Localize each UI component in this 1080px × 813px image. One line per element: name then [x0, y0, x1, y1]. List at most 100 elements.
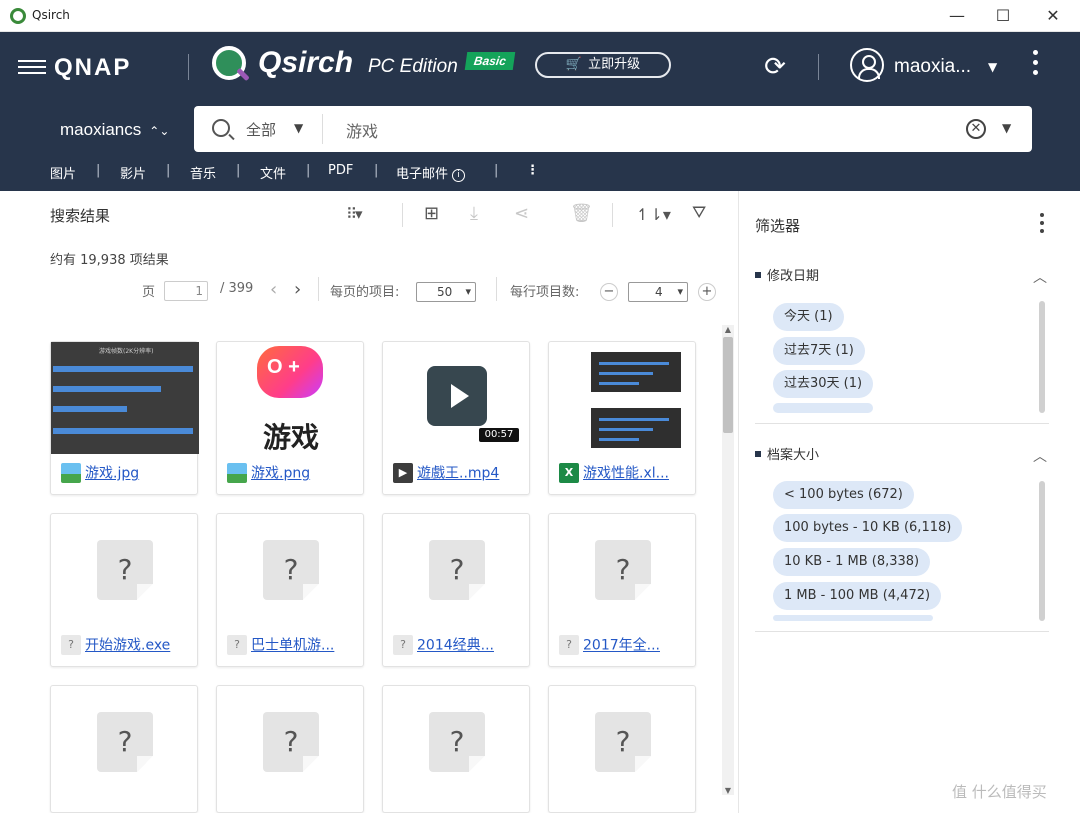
nas-name: maoxiancs: [60, 120, 142, 139]
category-separator: |: [494, 163, 499, 178]
maximize-button[interactable]: ☐: [980, 4, 1026, 28]
file-card[interactable]: ? ? 2017年全...: [548, 513, 696, 667]
upgrade-label: 立即升级: [588, 57, 641, 72]
view-mode-grid-icon[interactable]: ⠿▾: [346, 205, 362, 223]
pager-divider: [496, 277, 497, 301]
modified-date-section-title[interactable]: 修改日期: [755, 265, 819, 284]
file-name-link[interactable]: 游戏.jpg: [85, 466, 139, 482]
filter-chip[interactable]: < 100 bytes (672): [773, 481, 914, 509]
file-card[interactable]: ? ? 2014经典...: [382, 513, 530, 667]
file-size-section-title[interactable]: 档案大小: [755, 444, 819, 463]
delete-icon[interactable]: 🗑: [570, 203, 593, 224]
collapse-chevron-icon[interactable]: ︿: [1033, 446, 1047, 466]
file-card[interactable]: ?: [50, 685, 198, 813]
upgrade-button[interactable]: 🛒 立即升级: [535, 52, 671, 78]
unknown-file-icon: ?: [429, 712, 485, 772]
unknown-file-icon: ?: [595, 540, 651, 600]
unknown-file-icon: ?: [559, 634, 579, 655]
filter-chip[interactable]: 10 KB - 1 MB (8,338): [773, 548, 931, 576]
date-chips-scrollbar[interactable]: [1039, 301, 1045, 413]
filter-chip[interactable]: 过去30天 (1): [773, 370, 874, 398]
category-email[interactable]: 电子邮件 i: [396, 163, 466, 182]
share-icon[interactable]: ⋖: [514, 203, 529, 224]
file-card[interactable]: ?: [548, 685, 696, 813]
scroll-down-icon[interactable]: ▼: [722, 786, 734, 795]
sync-icon[interactable]: ⟳: [762, 54, 788, 80]
file-card[interactable]: 游戏帧数(2K分辨率) 游戏.jpg: [50, 341, 199, 495]
unknown-file-icon: ?: [429, 540, 485, 600]
info-icon[interactable]: i: [452, 169, 466, 182]
category-images[interactable]: 图片: [50, 163, 76, 182]
mini-chart-image: [591, 408, 681, 448]
user-avatar-icon[interactable]: [850, 48, 884, 82]
file-card[interactable]: 00:57 ▶ 遊戲王..mp4: [382, 341, 530, 495]
search-options-caret-icon[interactable]: ▼: [1002, 121, 1011, 135]
file-name-link[interactable]: 巴士单机游...: [251, 638, 334, 654]
file-card[interactable]: X 游戏性能.xl...: [548, 341, 696, 495]
file-card[interactable]: ?: [382, 685, 530, 813]
file-card[interactable]: ? ? 开始游戏.exe: [50, 513, 198, 667]
file-name-link[interactable]: 2017年全...: [583, 638, 660, 654]
select-all-icon[interactable]: ⊞: [424, 203, 439, 224]
clear-search-icon[interactable]: ✕: [966, 119, 986, 139]
filter-more-icon[interactable]: [1039, 213, 1045, 235]
category-videos[interactable]: 影片: [120, 163, 146, 182]
page-number-input[interactable]: 1: [164, 281, 208, 301]
file-card[interactable]: ? ? 巴士单机游...: [216, 513, 364, 667]
filter-chip-partial[interactable]: [773, 403, 873, 413]
file-card[interactable]: 游戏 游戏.png: [216, 341, 364, 495]
file-name-link[interactable]: 游戏性能.xl...: [583, 466, 669, 482]
sort-icon[interactable]: ↿⇂▾: [636, 205, 671, 224]
per-page-select[interactable]: 50: [416, 282, 476, 302]
category-pdf[interactable]: PDF: [328, 163, 353, 178]
username[interactable]: maoxia...: [894, 56, 971, 78]
toolbar-divider: [612, 203, 613, 227]
filter-icon[interactable]: ⛛: [692, 203, 706, 223]
settings-sliders-icon[interactable]: [18, 56, 46, 78]
search-box[interactable]: 全部 ▼ 游戏 ✕ ▼: [194, 106, 1032, 152]
minimize-button[interactable]: —: [934, 4, 980, 28]
filter-chip[interactable]: 100 bytes - 10 KB (6,118): [773, 514, 963, 542]
page-label: 页: [142, 285, 156, 300]
results-panel: 搜索结果 ⠿▾ ⊞ ⤓ ⋖ 🗑 ↿⇂▾ ⛛ 约有 19,938 项结果 页 1 …: [0, 191, 738, 813]
download-icon[interactable]: ⤓: [470, 203, 478, 224]
section-marker-icon: [755, 272, 761, 278]
file-name-link[interactable]: 开始游戏.exe: [85, 638, 170, 654]
collapse-chevron-icon[interactable]: ︿: [1033, 267, 1047, 287]
pager-divider: [318, 277, 319, 301]
file-name-link[interactable]: 遊戲王..mp4: [417, 466, 499, 482]
per-page-label: 每页的项目:: [330, 285, 400, 300]
filter-chip[interactable]: 1 MB - 100 MB (4,472): [773, 582, 942, 610]
qnap-logo: QNAP: [54, 54, 132, 81]
image-file-icon: [61, 462, 81, 483]
scope-caret-icon[interactable]: ▼: [294, 121, 303, 135]
scroll-up-icon[interactable]: ▲: [722, 325, 734, 334]
size-chips-scrollbar[interactable]: [1039, 481, 1045, 621]
increase-per-row-button[interactable]: +: [698, 283, 716, 301]
more-menu-icon[interactable]: [1028, 50, 1042, 82]
category-more-icon[interactable]: ⋮: [526, 163, 539, 178]
video-play-icon: [427, 366, 487, 426]
file-name-row: ? 2014经典...: [393, 634, 523, 656]
results-scrollbar[interactable]: ▲ ▼: [722, 325, 734, 795]
per-row-select[interactable]: 4: [628, 282, 688, 302]
results-scrollbar-thumb[interactable]: [723, 337, 733, 433]
file-name-link[interactable]: 游戏.png: [251, 466, 310, 482]
next-page-icon[interactable]: ›: [294, 279, 301, 300]
search-scope[interactable]: 全部: [246, 119, 276, 140]
filter-chip[interactable]: 今天 (1): [773, 303, 844, 331]
user-menu-caret-icon[interactable]: ▼: [988, 60, 997, 74]
file-card[interactable]: ?: [216, 685, 364, 813]
nas-selector[interactable]: maoxiancs ⌃⌄: [60, 120, 169, 140]
thumbnail-text: 游戏: [262, 421, 319, 454]
decrease-per-row-button[interactable]: −: [600, 283, 618, 301]
prev-page-icon[interactable]: ‹: [270, 279, 277, 300]
file-name-link[interactable]: 2014经典...: [417, 638, 494, 654]
category-documents[interactable]: 文件: [260, 163, 286, 182]
filter-chip-partial[interactable]: [773, 615, 933, 621]
category-music[interactable]: 音乐: [190, 163, 216, 182]
close-button[interactable]: ✕: [1030, 4, 1076, 28]
product-edition: PC Edition: [368, 56, 458, 77]
search-input[interactable]: 游戏: [346, 118, 378, 142]
filter-chip[interactable]: 过去7天 (1): [773, 337, 865, 365]
